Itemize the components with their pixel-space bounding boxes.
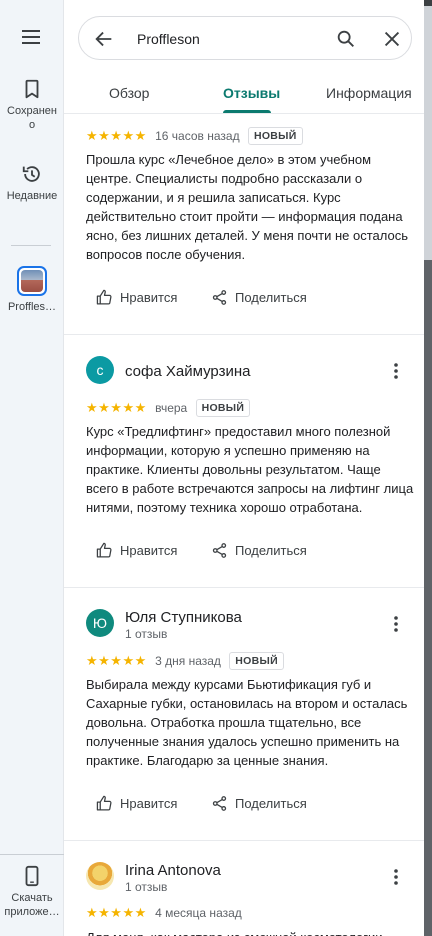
new-badge: НОВЫЙ [247,127,303,145]
place-thumbnail [17,266,47,296]
left-rail: Сохранено Недавние Proffles… Скачать при… [0,0,64,936]
author-review-count: 1 отзыв [125,880,168,894]
share-label: Поделиться [235,543,307,558]
rail-recent-label: Недавние [6,190,58,202]
active-tab-indicator [223,110,271,113]
avatar[interactable] [86,862,114,890]
rail-download[interactable]: Скачать приложе… [0,865,64,919]
rail-place[interactable]: Proffles… [0,266,64,314]
review-meta: ★★★★★ 4 месяца назад [86,905,242,925]
author-review-count: 1 отзыв [125,627,168,641]
rating-stars: ★★★★★ [86,905,147,920]
rail-saved[interactable]: Сохранено [0,78,64,132]
share-icon [212,290,227,305]
review-time: 3 дня назад [155,654,221,668]
more-options-icon[interactable] [386,361,406,381]
back-arrow-icon[interactable] [93,28,115,50]
review-card: ★★★★★ 16 часов назад НОВЫЙ Прошла курс «… [64,115,424,335]
rail-bottom: Скачать приложе… [0,854,64,936]
tab-reviews[interactable]: Отзывы [223,85,280,101]
rail-place-label: Proffles… [7,301,57,313]
like-label: Нравится [120,796,178,811]
tab-info[interactable]: Информация [326,85,412,101]
share-icon [212,796,227,811]
rail-recent[interactable]: Недавние [0,163,64,203]
new-badge: НОВЫЙ [229,652,284,670]
review-meta: ★★★★★ 16 часов назад НОВЫЙ [86,127,303,147]
review-card: с софа Хаймурзина ★★★★★ вчера НОВЫЙ Курс… [64,335,424,588]
thumb-up-icon [96,795,112,811]
author-name[interactable]: Юля Ступникова [125,609,242,626]
search-query[interactable]: Proffleson [137,31,200,47]
scrollbar-edge[interactable] [424,0,432,936]
tab-bar: Обзор Отзывы Информация [64,72,424,114]
review-text: Выбирала между курсами Бьютификация губ … [86,677,408,768]
review-card: Ю Юля Ступникова 1 отзыв ★★★★★ 3 дня наз… [64,588,424,841]
review-card: Irina Antonova 1 отзыв ★★★★★ 4 месяца на… [64,841,424,936]
phone-icon [25,865,39,887]
search-box[interactable]: Proffleson [78,16,412,60]
bookmark-icon [25,79,39,99]
rating-stars: ★★★★★ [86,400,147,415]
review-meta: ★★★★★ 3 дня назад НОВЫЙ [86,652,284,672]
rating-stars: ★★★★★ [86,653,147,668]
rail-divider [11,245,51,246]
more-options-icon[interactable] [386,867,406,887]
author-name[interactable]: софа Хаймурзина [125,363,250,380]
tab-overview[interactable]: Обзор [109,85,149,101]
search-icon[interactable] [335,28,357,50]
avatar[interactable]: Ю [86,609,114,637]
close-icon[interactable] [381,28,403,50]
review-meta: ★★★★★ вчера НОВЫЙ [86,399,251,419]
review-time: вчера [155,401,188,415]
review-time: 16 часов назад [155,129,240,143]
avatar[interactable]: с [86,356,114,384]
rating-stars: ★★★★★ [86,128,147,143]
new-badge: НОВЫЙ [195,399,251,417]
share-icon [212,543,227,558]
more-options-icon[interactable] [386,614,406,634]
review-time: 4 месяца назад [155,906,242,920]
menu-icon[interactable] [20,26,44,48]
review-text: Курс «Тредлифтинг» предоставил много пол… [86,424,414,515]
review-text: Прошла курс «Лечебное дело» в этом учебн… [86,152,409,262]
like-label: Нравится [120,290,178,305]
thumb-up-icon [96,542,112,558]
like-label: Нравится [120,543,178,558]
rail-saved-label: Сохранено [7,105,57,131]
author-name[interactable]: Irina Antonova [125,862,221,879]
share-label: Поделиться [235,290,307,305]
share-label: Поделиться [235,796,307,811]
rail-download-label: Скачать приложе… [4,892,60,918]
history-icon [22,166,40,182]
thumb-up-icon [96,289,112,305]
place-panel: Proffleson Обзор Отзывы Информация ★★★★★… [64,0,424,936]
review-text: Для меня, как мастера из смежной космето… [86,928,416,936]
